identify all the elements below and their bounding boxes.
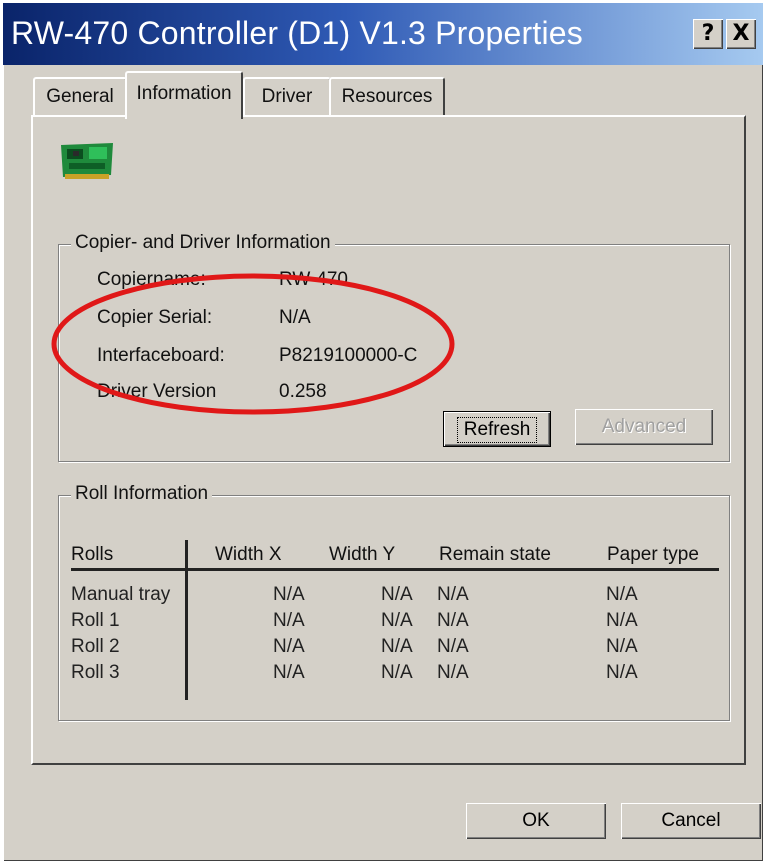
refresh-button[interactable]: Refresh xyxy=(443,411,551,447)
roll-information-group-title: Roll Information xyxy=(71,483,213,505)
paper-type-value: N/A xyxy=(606,610,638,631)
width-y-value: N/A xyxy=(381,584,413,605)
cancel-button[interactable]: Cancel xyxy=(621,803,761,839)
roll-information-group: Roll Information Rolls Width X Width Y R… xyxy=(58,483,730,721)
table-column-divider xyxy=(185,540,188,700)
paper-type-value: N/A xyxy=(606,662,638,683)
width-x-value: N/A xyxy=(273,662,305,683)
copier-driver-group-title: Copier- and Driver Information xyxy=(71,232,335,254)
width-x-value: N/A xyxy=(273,610,305,631)
title-bar[interactable]: RW-470 Controller (D1) V1.3 Properties ?… xyxy=(3,3,763,65)
remain-state-value: N/A xyxy=(437,636,469,657)
advanced-button: Advanced xyxy=(575,409,713,445)
help-button[interactable]: ? xyxy=(693,19,723,49)
header-width-y: Width Y xyxy=(329,544,396,565)
header-paper-type: Paper type xyxy=(607,544,699,565)
header-rolls: Rolls xyxy=(71,544,114,565)
roll-name: Roll 3 xyxy=(71,662,120,683)
annotation-ellipse xyxy=(51,273,455,415)
roll-name: Manual tray xyxy=(71,584,171,605)
header-width-x: Width X xyxy=(215,544,282,565)
remain-state-value: N/A xyxy=(437,610,469,631)
information-panel: Copier- and Driver Information Copiernam… xyxy=(31,115,746,765)
ok-button[interactable]: OK xyxy=(466,803,606,839)
roll-name: Roll 1 xyxy=(71,610,120,631)
tab-driver[interactable]: Driver xyxy=(243,77,331,117)
properties-dialog: RW-470 Controller (D1) V1.3 Properties ?… xyxy=(3,3,763,861)
network-card-icon xyxy=(61,143,113,179)
width-x-value: N/A xyxy=(273,584,305,605)
close-button[interactable]: X xyxy=(726,19,756,49)
paper-type-value: N/A xyxy=(606,636,638,657)
table-header-divider xyxy=(71,568,719,571)
tab-information[interactable]: Information xyxy=(125,71,243,119)
width-y-value: N/A xyxy=(381,610,413,631)
remain-state-value: N/A xyxy=(437,584,469,605)
roll-name: Roll 2 xyxy=(71,636,120,657)
width-x-value: N/A xyxy=(273,636,305,657)
remain-state-value: N/A xyxy=(437,662,469,683)
tab-resources[interactable]: Resources xyxy=(329,77,445,117)
width-y-value: N/A xyxy=(381,662,413,683)
refresh-button-label: Refresh xyxy=(456,417,538,443)
tab-general[interactable]: General xyxy=(33,77,127,117)
paper-type-value: N/A xyxy=(606,584,638,605)
header-remain-state: Remain state xyxy=(439,544,551,565)
width-y-value: N/A xyxy=(381,636,413,657)
window-title: RW-470 Controller (D1) V1.3 Properties xyxy=(11,15,583,51)
